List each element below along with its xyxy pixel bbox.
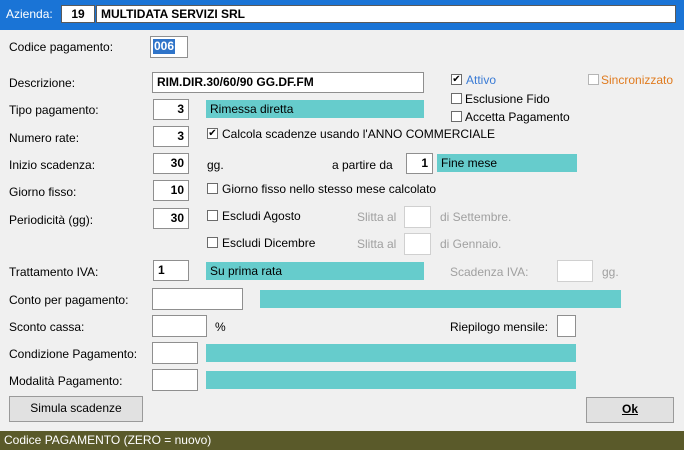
conto-pagamento-label: Conto per pagamento: [9,293,129,307]
escludi-agosto-label: Escludi Agosto [222,209,301,223]
numero-rate-label: Numero rate: [9,131,80,145]
sincronizzato-checkbox[interactable] [588,74,599,85]
slitta-dicembre-label: Slitta al [357,237,397,251]
a-partire-da-label: a partire da [332,158,393,172]
escludi-dicembre-label: Escludi Dicembre [222,236,316,250]
azienda-label: Azienda: [6,7,53,21]
condizione-pagamento-field[interactable] [152,342,198,364]
giorno-fisso-field[interactable]: 10 [153,180,189,201]
escludi-agosto-checkbox[interactable] [207,210,218,221]
slitta-dicembre-field[interactable] [404,233,431,255]
modalita-pagamento-desc [206,371,576,389]
sconto-cassa-field[interactable] [152,315,207,337]
codice-pagamento-field[interactable]: 006 [150,36,188,58]
trattamento-iva-label: Trattamento IVA: [9,265,99,279]
codice-pagamento-label: Codice pagamento: [9,40,114,54]
simula-scadenze-button[interactable]: Simula scadenze [9,396,143,422]
trattamento-iva-desc: Su prima rata [206,262,424,280]
conto-pagamento-field[interactable] [152,288,243,310]
giorno-stesso-mese-checkbox[interactable] [207,183,218,194]
periodicita-field[interactable]: 30 [153,208,189,229]
sincronizzato-label: Sincronizzato [601,73,674,87]
azienda-code-field[interactable]: 19 [61,5,95,23]
trattamento-iva-field[interactable]: 1 [153,260,189,281]
scadenza-iva-gg-label: gg. [602,265,619,279]
esclusione-fido-checkbox[interactable] [451,93,462,104]
inizio-scadenza-field[interactable]: 30 [153,153,189,174]
escludi-dicembre-checkbox[interactable] [207,237,218,248]
riepilogo-mensile-field[interactable] [557,315,576,337]
slitta-agosto-field[interactable] [404,206,431,228]
settembre-label: di Settembre. [440,210,512,224]
percent-label: % [215,320,226,334]
periodicita-label: Periodicità (gg): [9,213,94,227]
calcola-anno-commerciale-checkbox[interactable]: ✔ [207,128,218,139]
scadenza-iva-field[interactable] [557,260,593,282]
tipo-pagamento-desc: Rimessa diretta [206,100,424,118]
riepilogo-mensile-label: Riepilogo mensile: [450,320,549,334]
giorno-fisso-label: Giorno fisso: [9,185,77,199]
esclusione-fido-label: Esclusione Fido [465,92,550,106]
sconto-cassa-label: Sconto cassa: [9,320,85,334]
tipo-pagamento-field[interactable]: 3 [153,99,189,120]
attivo-checkbox[interactable]: ✔ [451,74,462,85]
attivo-label: Attivo [466,73,497,87]
accetta-pagamento-label: Accetta Pagamento [465,110,570,124]
condizione-pagamento-desc [206,344,576,362]
descrizione-label: Descrizione: [9,76,76,90]
a-partire-da-desc: Fine mese [437,154,577,172]
condizione-pagamento-label: Condizione Pagamento: [9,347,138,361]
codice-pagamento-value: 006 [153,39,176,54]
accetta-pagamento-checkbox[interactable] [451,111,462,122]
conto-pagamento-desc [260,290,621,308]
slitta-agosto-label: Slitta al [357,210,397,224]
gennaio-label: di Gennaio. [440,237,502,251]
ok-button[interactable]: Ok [586,397,674,423]
scadenza-iva-label: Scadenza IVA: [450,265,529,279]
tipo-pagamento-label: Tipo pagamento: [9,103,99,117]
calcola-anno-commerciale-label: Calcola scadenze usando l'ANNO COMMERCIA… [222,127,496,141]
modalita-pagamento-field[interactable] [152,369,198,391]
giorno-stesso-mese-label: Giorno fisso nello stesso mese calcolato [222,182,437,196]
modalita-pagamento-label: Modalità Pagamento: [9,374,123,388]
inizio-gg-label: gg. [207,158,224,172]
inizio-scadenza-label: Inizio scadenza: [9,158,96,172]
numero-rate-field[interactable]: 3 [153,126,189,147]
azienda-name-field: MULTIDATA SERVIZI SRL [96,5,676,23]
descrizione-field[interactable]: RIM.DIR.30/60/90 GG.DF.FM [152,72,424,93]
a-partire-da-field[interactable]: 1 [406,153,433,174]
status-bar: Codice PAGAMENTO (ZERO = nuovo) [0,431,684,450]
